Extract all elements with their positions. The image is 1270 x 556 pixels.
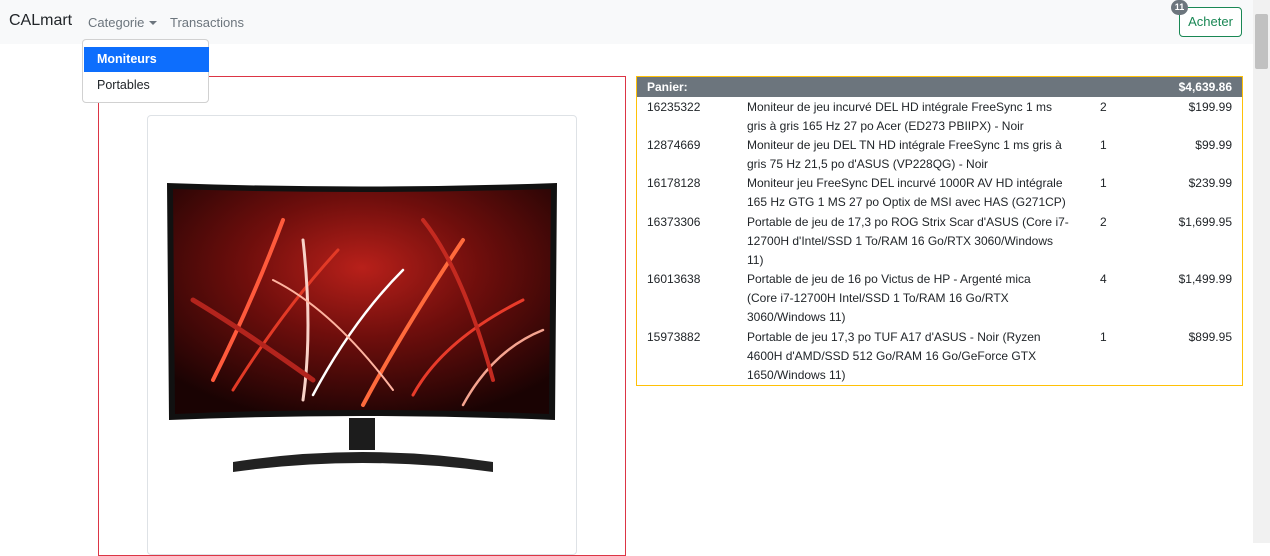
nav-transactions[interactable]: Transactions (170, 15, 244, 30)
price: $239.99 (1188, 176, 1232, 190)
chevron-down-icon (149, 21, 158, 25)
top-navbar: CALmart Categorie Transactions Acheter 1… (0, 0, 1253, 44)
price: $1,499.99 (1178, 272, 1232, 286)
description-line: 3060/Windows 11) (747, 310, 846, 324)
description-line: (Core i7-12700H Intel/SSD 1 To/RAM 16 Go… (747, 291, 1009, 305)
description: Portable de jeu 17,3 po TUF A17 d'ASUS -… (747, 328, 1082, 385)
cart-label: Panier: (647, 80, 688, 94)
description-line: Portable de jeu de 16 po Victus de HP - … (747, 272, 1031, 286)
description-line: Portable de jeu de 17,3 po ROG Strix Sca… (747, 215, 1069, 229)
quantity: 1 (1100, 330, 1107, 344)
description: Portable de jeu de 16 po Victus de HP - … (747, 270, 1082, 327)
description-line: Portable de jeu 17,3 po TUF A17 d'ASUS -… (747, 330, 1041, 344)
page-scrollbar[interactable] (1253, 0, 1270, 543)
description: Moniteur de jeu incurvé DEL HD intégrale… (747, 98, 1082, 136)
monitor-image (167, 183, 557, 472)
price: $99.99 (1195, 138, 1232, 152)
description-line: 11) (747, 253, 764, 267)
sku: 12874669 (647, 138, 701, 152)
price: $1,699.95 (1178, 215, 1232, 229)
dropdown-item-portables[interactable]: Portables (84, 73, 209, 98)
quantity: 4 (1100, 272, 1107, 286)
description-line: 165 Hz GTG 1 MS 27 po Optix de MSI avec … (747, 195, 1066, 209)
description-line: 12700H d'Intel/SSD 1 To/RAM 16 Go/RTX 30… (747, 234, 1054, 248)
quantity: 1 (1100, 138, 1107, 152)
sku: 16373306 (647, 215, 701, 229)
price: $899.95 (1188, 330, 1232, 344)
description: Moniteur de jeu DEL TN HD intégrale Free… (747, 136, 1082, 174)
description-line: gris à gris 165 Hz 27 po Acer (ED273 PBI… (747, 119, 1024, 133)
dropdown-item-moniteurs[interactable]: Moniteurs (84, 47, 209, 72)
sku: 16178128 (647, 176, 701, 190)
cart-total: $4,639.86 (1178, 80, 1232, 94)
description: Portable de jeu de 17,3 po ROG Strix Sca… (747, 213, 1082, 270)
description-line: Moniteur de jeu DEL TN HD intégrale Free… (747, 138, 1062, 152)
categorie-dropdown-toggle[interactable]: Categorie (88, 15, 158, 30)
description-line: 4600H d'AMD/SSD 512 Go/RAM 16 Go/GeForce… (747, 349, 1037, 363)
cart-count-badge: 11 (1171, 0, 1188, 15)
quantity: 2 (1100, 100, 1107, 114)
sku: 15973882 (647, 330, 701, 344)
description-line: gris 75 Hz 21,5 po d'ASUS (VP228QG) - No… (747, 157, 989, 171)
description-line: 1650/Windows 11) (747, 368, 846, 382)
price: $199.99 (1188, 100, 1232, 114)
buy-button[interactable]: Acheter (1179, 7, 1242, 37)
brand-logo[interactable]: CALmart (9, 12, 72, 30)
sku: 16013638 (647, 272, 701, 286)
cart-panel: Panier: $4,639.86 16235322 Moniteur de j… (636, 76, 1243, 386)
sku: 16235322 (647, 100, 701, 114)
scrollbar-thumb[interactable] (1255, 14, 1268, 69)
quantity: 2 (1100, 215, 1107, 229)
description: Moniteur jeu FreeSync DEL incurvé 1000R … (747, 174, 1082, 212)
cart-header: Panier: $4,639.86 (637, 77, 1242, 97)
quantity: 1 (1100, 176, 1107, 190)
categorie-label: Categorie (88, 15, 145, 30)
categorie-dropdown-menu: Moniteurs Portables (82, 39, 209, 103)
description-line: Moniteur jeu FreeSync DEL incurvé 1000R … (747, 176, 1063, 190)
description-line: Moniteur de jeu incurvé DEL HD intégrale… (747, 100, 1053, 114)
